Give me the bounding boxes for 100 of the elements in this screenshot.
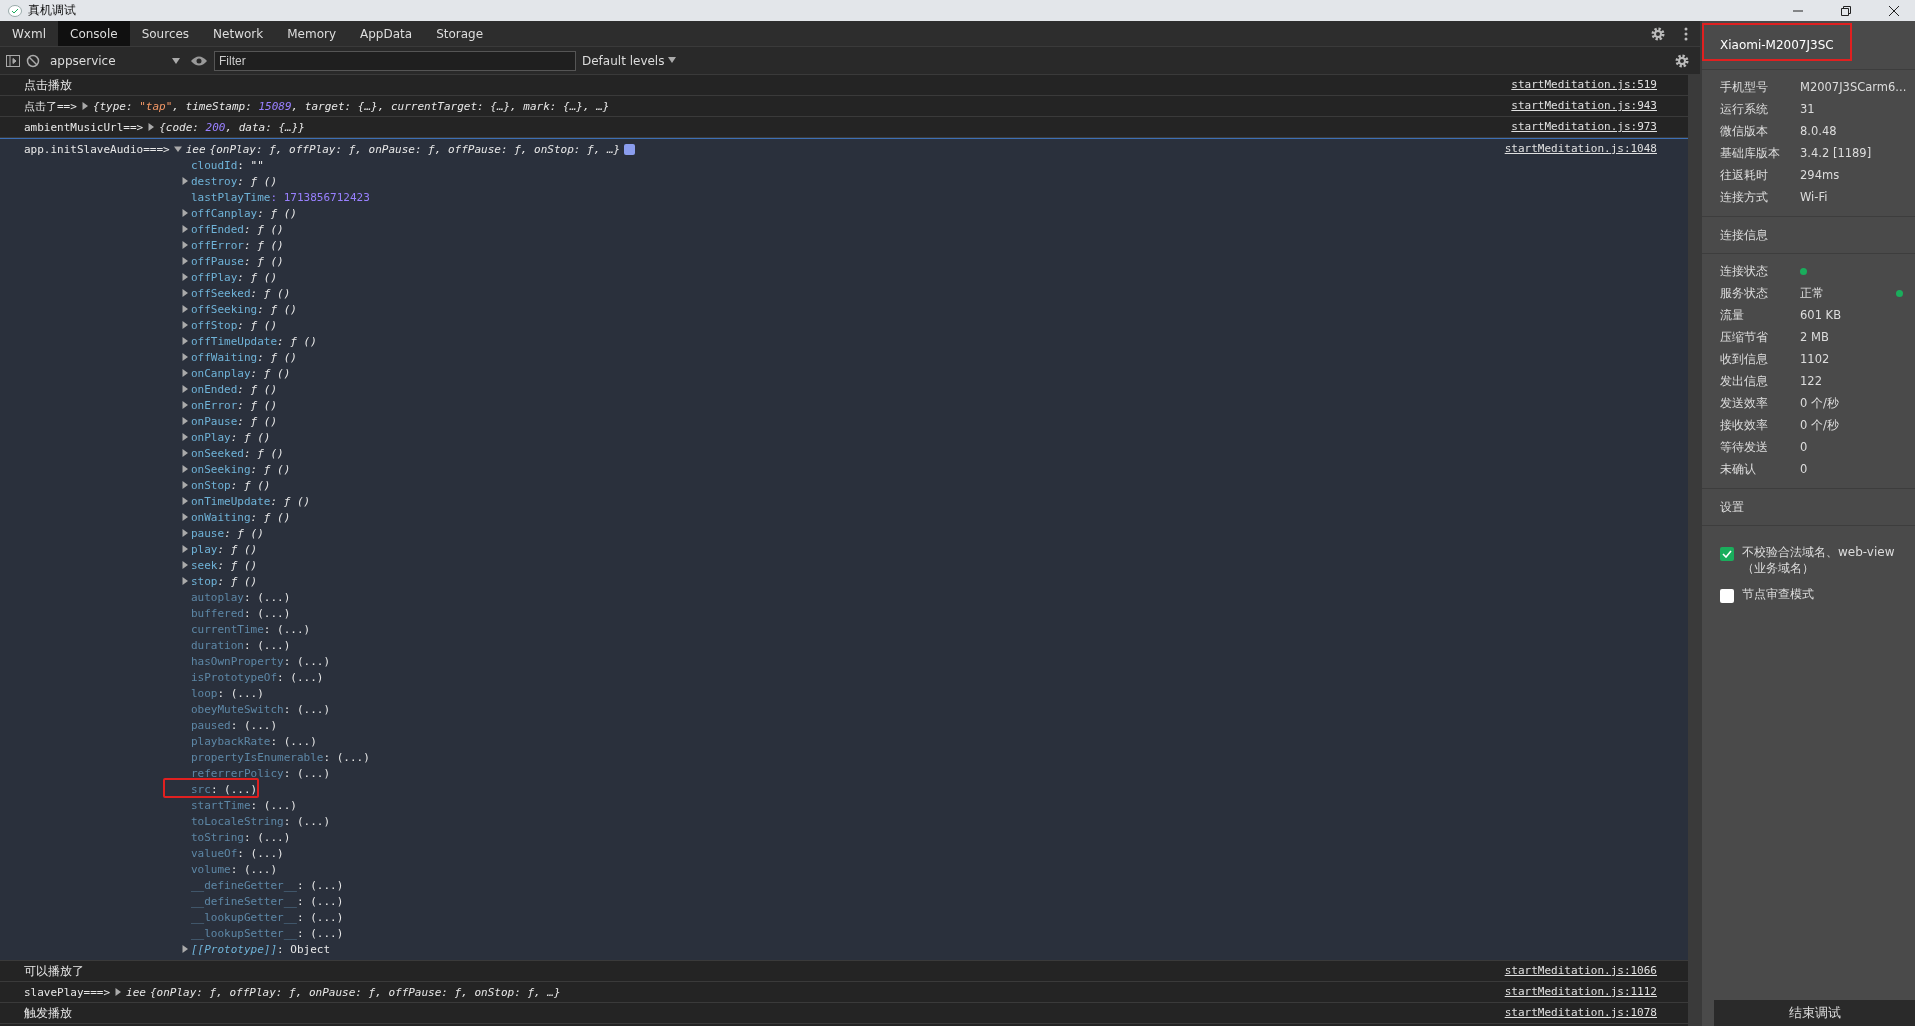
settings-icon[interactable]	[1650, 25, 1666, 42]
devtools-tab[interactable]: Wxml	[0, 21, 58, 46]
property-value[interactable]: : (...)	[237, 846, 284, 860]
property-value[interactable]: : (...)	[230, 718, 278, 732]
source-link[interactable]: startMeditation.js:1048	[1504, 142, 1657, 155]
property-value: : ƒ ()	[257, 350, 297, 364]
property-value[interactable]: : (...)	[244, 590, 291, 604]
source-link[interactable]: startMeditation.js:1066	[1504, 964, 1657, 977]
clear-icon[interactable]	[26, 53, 40, 68]
property-value[interactable]: : (...)	[296, 910, 344, 924]
devtools-tab[interactable]: Storage	[424, 21, 496, 46]
property-name: onEnded	[191, 382, 238, 396]
property-value[interactable]: : (...)	[296, 926, 344, 940]
property-value[interactable]: : (...)	[217, 686, 264, 700]
property-value[interactable]: : (...)	[283, 814, 331, 828]
property-value: : ƒ ()	[270, 494, 311, 508]
property-name: onError	[191, 398, 238, 412]
property-value: : ƒ ()	[250, 462, 291, 476]
property-value: : ƒ ()	[217, 558, 258, 572]
property-name: propertyIsEnumerable	[191, 750, 324, 764]
object-preview: {onPlay: ƒ, offPlay: ƒ, onPause: ƒ, offPause: ƒ, onStop: ƒ, …}	[209, 142, 621, 156]
expand-arrow-icon[interactable]	[181, 945, 189, 953]
scrollbar[interactable]	[1688, 75, 1700, 1026]
property-name: onWaiting	[191, 510, 251, 524]
devtools-tab[interactable]: AppData	[348, 21, 425, 46]
levels-dropdown[interactable]: Default levels	[582, 53, 1662, 68]
property-value: : ƒ ()	[237, 318, 278, 332]
property-value[interactable]: : (...)	[283, 766, 331, 780]
devtools-tab[interactable]: Network	[201, 21, 276, 46]
property-name: cloudId	[191, 158, 238, 172]
info-label: 压缩节省	[1720, 329, 1769, 345]
context-select[interactable]: appservice	[46, 53, 184, 68]
property-name: seek	[191, 558, 218, 572]
property-name: onCanplay	[191, 366, 251, 380]
checkbox-label: 不校验合法域名、web-view（业务域名）	[1742, 544, 1896, 576]
property-value[interactable]: : (...)	[323, 750, 370, 764]
source-link[interactable]: startMeditation.js:1078	[1504, 1006, 1657, 1019]
property-name: offTimeUpdate	[191, 334, 278, 348]
expand-arrow-icon[interactable]	[173, 145, 182, 153]
property-name: destroy	[191, 174, 238, 188]
property-name: obeyMuteSwitch	[191, 702, 284, 716]
property-name: startTime	[191, 798, 251, 812]
property-value[interactable]: : (...)	[210, 782, 258, 796]
devtools-tab[interactable]: Console	[58, 21, 130, 46]
sidebar-toggle-icon[interactable]	[6, 54, 20, 67]
property-value: : ƒ ()	[257, 302, 297, 316]
checkbox[interactable]	[1720, 547, 1734, 561]
property-value[interactable]: : (...)	[296, 878, 344, 892]
property-value[interactable]: : (...)	[283, 654, 331, 668]
devtools-tab[interactable]: Memory	[275, 21, 349, 46]
info-label: 接收效率	[1720, 417, 1769, 433]
property-value[interactable]: : (...)	[263, 622, 311, 636]
property-value[interactable]: : (...)	[277, 670, 324, 684]
info-value: 1102	[1800, 352, 1831, 366]
property-value: : ƒ ()	[237, 270, 278, 284]
info-label: 基础库版本	[1720, 145, 1781, 161]
checkbox[interactable]	[1720, 589, 1734, 603]
property-value[interactable]: : (...)	[270, 734, 317, 748]
eye-icon[interactable]	[190, 54, 208, 67]
property-name: offSeeking	[191, 302, 258, 316]
property-value[interactable]: : (...)	[296, 894, 344, 908]
source-link[interactable]: startMeditation.js:1112	[1504, 985, 1657, 998]
property-value: : ƒ ()	[244, 222, 284, 236]
source-link[interactable]: startMeditation.js:943	[1511, 99, 1657, 112]
source-link[interactable]: startMeditation.js:973	[1511, 120, 1657, 133]
source-link[interactable]: startMeditation.js:519	[1511, 78, 1657, 91]
property-name: offSeeked	[191, 286, 251, 300]
property-value[interactable]: : (...)	[244, 830, 291, 844]
property-name: currentTime	[191, 622, 264, 636]
property-value: : ƒ ()	[257, 206, 297, 220]
property-value[interactable]: : (...)	[283, 702, 331, 716]
property-value[interactable]: : (...)	[230, 862, 278, 876]
property-name: loop	[191, 686, 218, 700]
restore-icon[interactable]	[1839, 3, 1853, 18]
log-message: 点击播放	[24, 76, 72, 94]
property-name: playbackRate	[191, 734, 271, 748]
info-value: 294ms	[1800, 168, 1841, 182]
expand-arrow-icon[interactable]	[80, 102, 89, 110]
property-value[interactable]: : (...)	[250, 798, 297, 812]
close-icon[interactable]	[1887, 3, 1901, 18]
property-value: : ƒ ()	[250, 286, 291, 300]
property-name: pause	[191, 526, 225, 540]
info-label: 往返耗时	[1720, 167, 1769, 183]
filter-field[interactable]: Filter	[214, 50, 576, 71]
property-name: onSeeked	[191, 446, 244, 460]
end-debug-button[interactable]: 结束调试	[1714, 1000, 1915, 1026]
info-value: M2007J3SCarm6...	[1800, 80, 1907, 94]
expand-arrow-icon[interactable]	[114, 988, 123, 996]
devtools-tab[interactable]: Sources	[129, 21, 202, 46]
expand-arrow-icon[interactable]	[181, 177, 189, 185]
property-value[interactable]: : (...)	[244, 606, 291, 620]
property-value[interactable]: : (...)	[244, 638, 291, 652]
property-name: onPause	[191, 414, 238, 428]
info-label: 发送效率	[1720, 395, 1769, 411]
property-name: duration	[191, 638, 244, 652]
property-name: onTimeUpdate	[191, 494, 271, 508]
info-value: 0	[1800, 440, 1809, 454]
property-name: [[Prototype]]	[191, 942, 278, 956]
expand-arrow-icon[interactable]	[147, 123, 156, 131]
settings-icon[interactable]	[1674, 52, 1690, 69]
